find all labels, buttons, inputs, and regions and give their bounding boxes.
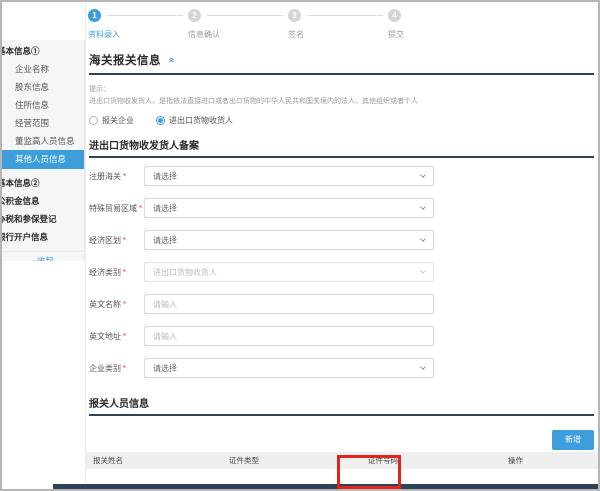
hint-label: 提示： (89, 84, 594, 94)
sidebar-item-housing-fund-info[interactable]: 公积金信息 (2, 192, 84, 210)
app-window: 基本信息① 企业名称 股东信息 住所信息 经营范围 董监高人员信息 其他人员信息… (0, 0, 600, 491)
english-address-label: 英文地址 (89, 332, 121, 341)
step-label-1: 资料录入 (88, 29, 188, 40)
chevron-down-icon (420, 364, 426, 370)
sidebar-item-tax-social-insurance[interactable]: 办税和参保登记 (2, 210, 84, 228)
radio-customs-broker-label: 报关企业 (102, 115, 134, 126)
step-info-confirm: 2 信息确认 (188, 9, 288, 40)
step-label-4: 提交 (388, 29, 488, 40)
radio-customs-broker[interactable]: 报关企业 (89, 115, 134, 126)
step-data-entry: 1 资料录入 (88, 9, 188, 40)
english-name-input[interactable]: 请输入 (144, 294, 434, 314)
section-divider (89, 414, 594, 416)
radio-on-icon (156, 116, 165, 125)
step-circle-2: 2 (188, 9, 201, 22)
chevron-down-icon (420, 172, 426, 178)
economic-category-select-disabled: 进出口货物收货人 (144, 262, 434, 282)
section-divider (89, 156, 594, 158)
economic-category-value: 进出口货物收货人 (153, 267, 217, 278)
section-title-customs-staff: 报关人员信息 (89, 395, 594, 410)
registered-customs-value: 请选择 (153, 171, 177, 182)
section-collapse-icon[interactable]: « (166, 57, 176, 63)
sidebar-item-basic-info-1[interactable]: 基本信息① (2, 42, 84, 60)
economic-zone-value: 请选择 (153, 235, 177, 246)
chevron-left-icon: ‹ (32, 256, 35, 261)
sidebar-item-company-name[interactable]: 企业名称 (2, 60, 84, 78)
sidebar-collapse-button[interactable]: ‹收起 (2, 251, 84, 261)
field-row-english-name: 英文名称* 请输入 (89, 288, 594, 320)
sidebar-collapse-label: 收起 (37, 256, 54, 261)
title-divider (89, 73, 594, 75)
main-panel: 1 资料录入 2 信息确认 3 签名 4 提交 海关报关信息 « 提示： (85, 2, 598, 489)
step-signature: 3 签名 (288, 9, 388, 40)
required-mark: * (139, 204, 142, 213)
enterprise-category-select[interactable]: 请选择 (144, 358, 434, 378)
field-row-economic-category: 经济类别* 进出口货物收货人 (89, 256, 594, 288)
special-trade-zone-label: 特殊贸易区域 (89, 204, 137, 213)
step-label-3: 签名 (288, 29, 388, 40)
english-address-placeholder: 请输入 (153, 331, 177, 342)
col-id-type: 证件类型 (229, 455, 368, 466)
field-row-economic-zone: 经济区划* 请选择 (89, 224, 594, 256)
required-mark: * (123, 268, 126, 277)
chevron-down-icon (420, 236, 426, 242)
field-row-special-trade-zone: 特殊贸易区域* 请选择 (89, 192, 594, 224)
enterprise-category-value: 请选择 (153, 363, 177, 374)
sidebar-item-executives-info[interactable]: 董监高人员信息 (2, 132, 84, 150)
field-row-registered-customs: 注册海关* 请选择 (89, 160, 594, 192)
required-mark: * (123, 364, 126, 373)
required-mark: * (123, 236, 126, 245)
radio-import-export-consignee-label: 进出口货物收货人 (169, 115, 233, 126)
chevron-down-icon (420, 204, 426, 210)
sidebar-item-other-personnel-info[interactable]: 其他人员信息 (2, 150, 84, 169)
progress-stepper: 1 资料录入 2 信息确认 3 签名 4 提交 (86, 2, 598, 40)
sidebar-item-business-scope[interactable]: 经营范围 (2, 114, 84, 132)
sidebar-item-bank-account-info[interactable]: 银行开户信息 (2, 228, 84, 246)
radio-off-icon (89, 116, 98, 125)
english-address-input[interactable]: 请输入 (144, 326, 434, 346)
sidebar-item-address-info[interactable]: 住所信息 (2, 96, 84, 114)
economic-zone-select[interactable]: 请选择 (144, 230, 434, 250)
required-mark: * (123, 332, 126, 341)
sidebar-item-basic-info-2[interactable]: 基本信息② (2, 174, 84, 192)
step-label-2: 信息确认 (188, 29, 288, 40)
economic-zone-label: 经济区划 (89, 236, 121, 245)
step-circle-1: 1 (88, 9, 101, 22)
bottom-footer-bar (53, 484, 598, 489)
economic-category-label: 经济类别 (89, 268, 121, 277)
hint-text: 进出口货物收发货人，是指依法直接进口或者出口货物的中华人民共和国关境内的法人、其… (89, 96, 594, 106)
special-trade-zone-select[interactable]: 请选择 (144, 198, 434, 218)
radio-import-export-consignee[interactable]: 进出口货物收货人 (156, 115, 233, 126)
declarant-type-radio-group: 报关企业 进出口货物收货人 (89, 115, 594, 126)
page-title: 海关报关信息 (89, 52, 161, 68)
special-trade-zone-value: 请选择 (153, 203, 177, 214)
col-id-number: 证件号码 (368, 455, 508, 466)
chevron-down-icon (420, 268, 426, 274)
consignee-filing-form: 注册海关* 请选择 特殊贸易区域* 请选择 经济区划* (89, 160, 594, 384)
field-row-english-address: 英文地址* 请输入 (89, 320, 594, 352)
sidebar-nav: 基本信息① 企业名称 股东信息 住所信息 经营范围 董监高人员信息 其他人员信息… (2, 40, 85, 261)
enterprise-category-label: 企业类别 (89, 364, 121, 373)
step-circle-3: 3 (288, 9, 301, 22)
add-staff-button[interactable]: 新增 (552, 430, 594, 450)
step-circle-4: 4 (388, 9, 401, 22)
content-area: 海关报关信息 « 提示： 进出口货物收发货人，是指依法直接进口或者出口货物的中华… (89, 52, 594, 491)
registered-customs-label: 注册海关 (89, 172, 121, 181)
registered-customs-select[interactable]: 请选择 (144, 166, 434, 186)
section-title-consignee-filing: 进出口货物收发货人备案 (89, 137, 594, 152)
english-name-placeholder: 请输入 (153, 299, 177, 310)
staff-table-header: 报关姓名 证件类型 证件号码 操作 (86, 452, 598, 469)
required-mark: * (123, 300, 126, 309)
col-declarant-name: 报关姓名 (93, 455, 229, 466)
english-name-label: 英文名称 (89, 300, 121, 309)
required-mark: * (123, 172, 126, 181)
sidebar-item-shareholder-info[interactable]: 股东信息 (2, 78, 84, 96)
field-row-enterprise-category: 企业类别* 请选择 (89, 352, 594, 384)
step-submit: 4 提交 (388, 9, 488, 40)
col-actions: 操作 (508, 455, 598, 466)
